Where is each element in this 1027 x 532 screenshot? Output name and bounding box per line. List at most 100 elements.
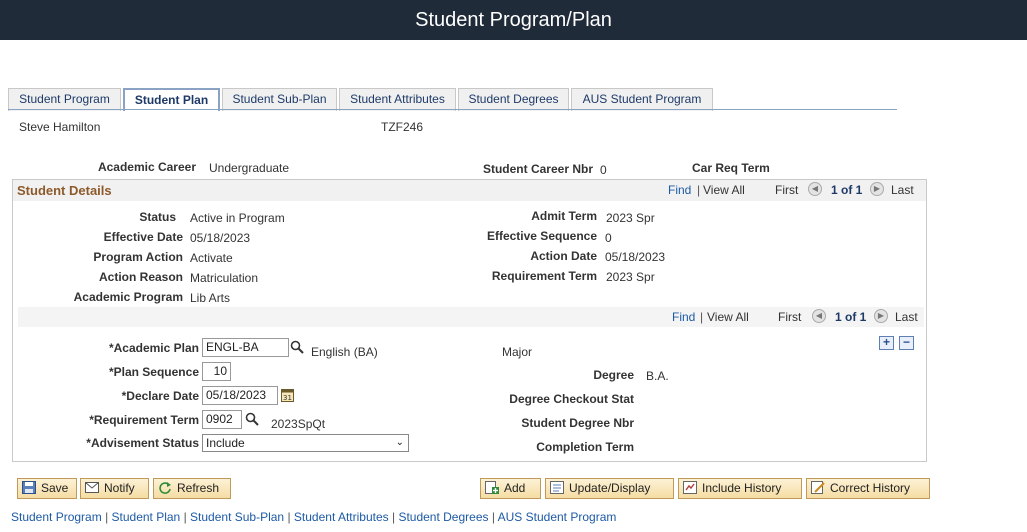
details-link-separator: |: [697, 183, 701, 197]
plan-requirement-term-label: *Requirement Term: [89, 413, 199, 427]
advisement-status-select[interactable]: Include ⌄: [202, 434, 409, 452]
declare-date-label: *Declare Date: [121, 389, 199, 403]
program-action-value: Activate: [190, 251, 233, 265]
requirement-term-value: 2023 Spr: [606, 270, 655, 284]
details-row-count: 1 of 1: [831, 183, 863, 197]
program-action-label: Program Action: [93, 250, 183, 264]
details-last-label: Last: [891, 183, 914, 197]
action-reason-label: Action Reason: [98, 270, 183, 284]
update-display-button-label: Update/Display: [569, 481, 651, 495]
admit-term-label: Admit Term: [531, 209, 597, 223]
refresh-icon: [159, 482, 171, 494]
requirement-term-label: Requirement Term: [491, 269, 597, 283]
details-prev-icon[interactable]: ◀: [808, 182, 822, 196]
footer-link-student-plan[interactable]: Student Plan: [112, 510, 181, 524]
footer-link-student-degrees[interactable]: Student Degrees: [398, 510, 488, 524]
correct-history-icon: [811, 481, 825, 494]
completion-term-label: Completion Term: [536, 440, 634, 454]
effective-date-label: Effective Date: [103, 230, 183, 244]
footer-link-student-attributes[interactable]: Student Attributes: [294, 510, 389, 524]
requirement-term-lookup-icon[interactable]: [245, 412, 259, 426]
academic-program-label: Academic Program: [73, 290, 183, 304]
academic-program-value: Lib Arts: [190, 291, 231, 305]
footer-link-student-sub-plan[interactable]: Student Sub-Plan: [190, 510, 284, 524]
footer-nav: Student Program | Student Plan | Student…: [11, 510, 616, 524]
save-icon: [22, 481, 36, 494]
academic-plan-lookup-icon[interactable]: [290, 340, 304, 354]
tab-aus-student-program[interactable]: AUS Student Program: [571, 88, 713, 111]
details-find-link[interactable]: Find: [668, 183, 691, 197]
student-id: TZF246: [381, 120, 424, 134]
tab-student-attributes[interactable]: Student Attributes: [339, 88, 456, 111]
degree-checkout-stat-label: Degree Checkout Stat: [509, 392, 634, 406]
plan-link-separator: |: [700, 310, 704, 324]
status-value: Active in Program: [190, 211, 285, 225]
page-title: Student Program/Plan: [415, 9, 612, 31]
academic-career-value: Undergraduate: [209, 161, 290, 175]
academic-career-label: Academic Career: [97, 160, 196, 174]
refresh-button-label: Refresh: [177, 481, 220, 495]
chevron-down-icon: ⌄: [395, 437, 404, 448]
plan-next-icon[interactable]: ▶: [874, 309, 888, 323]
action-reason-value: Matriculation: [190, 271, 259, 285]
delete-row-button[interactable]: −: [899, 336, 914, 350]
degree-label: Degree: [593, 368, 634, 382]
plan-requirement-term-description: 2023SpQt: [271, 417, 326, 431]
admit-term-value: 2023 Spr: [606, 211, 655, 225]
footer-link-aus-student-program[interactable]: AUS Student Program: [498, 510, 617, 524]
svg-text:31: 31: [283, 394, 292, 402]
effective-date-value: 05/18/2023: [190, 231, 251, 245]
add-button[interactable]: Add: [480, 478, 541, 499]
notify-button[interactable]: Notify: [80, 478, 149, 499]
plan-type-value: Major: [502, 345, 533, 359]
details-next-icon[interactable]: ▶: [870, 182, 884, 196]
plan-last-label: Last: [895, 310, 918, 324]
update-display-icon: [550, 481, 564, 494]
plan-row-count: 1 of 1: [835, 310, 867, 324]
student-career-nbr-label: Student Career Nbr: [482, 162, 593, 176]
effective-sequence-value: 0: [605, 231, 612, 245]
student-name: Steve Hamilton: [19, 120, 101, 134]
details-first-label: First: [775, 183, 799, 197]
add-icon: [485, 481, 499, 494]
degree-value: B.A.: [646, 369, 669, 383]
update-display-button[interactable]: Update/Display: [545, 478, 674, 499]
include-history-icon: [683, 481, 697, 494]
academic-plan-label: *Academic Plan: [108, 341, 199, 355]
plan-find-link[interactable]: Find: [672, 310, 695, 324]
save-button[interactable]: Save: [17, 478, 77, 499]
academic-plan-input[interactable]: ENGL-BA: [202, 338, 289, 357]
page-title-bar: Student Program/Plan: [0, 0, 1027, 40]
plan-prev-icon[interactable]: ◀: [812, 309, 826, 323]
tab-divider: [8, 109, 897, 110]
plan-sequence-label: *Plan Sequence: [108, 365, 199, 379]
notify-icon: [85, 482, 99, 493]
footer-link-student-program[interactable]: Student Program: [11, 510, 102, 524]
tab-student-sub-plan[interactable]: Student Sub-Plan: [222, 88, 337, 111]
include-history-button[interactable]: Include History: [678, 478, 802, 499]
academic-plan-description: English (BA): [311, 345, 378, 359]
action-date-label: Action Date: [530, 249, 597, 263]
add-row-button[interactable]: +: [879, 336, 894, 350]
plan-view-all-link[interactable]: View All: [707, 310, 749, 324]
car-req-term-label: Car Req Term: [692, 161, 770, 175]
plan-sequence-input[interactable]: 10: [202, 362, 231, 381]
add-button-label: Add: [504, 481, 526, 495]
advisement-status-value: Include: [206, 436, 245, 450]
plan-requirement-term-input[interactable]: 0902: [202, 410, 242, 429]
save-button-label: Save: [41, 481, 69, 495]
declare-date-input[interactable]: 05/18/2023: [202, 386, 278, 405]
tab-student-program[interactable]: Student Program: [8, 88, 121, 111]
plan-first-label: First: [778, 310, 802, 324]
effective-sequence-label: Effective Sequence: [486, 229, 597, 243]
calendar-icon[interactable]: 31: [281, 388, 294, 402]
tab-student-plan[interactable]: Student Plan: [123, 88, 220, 111]
action-date-value: 05/18/2023: [605, 250, 666, 264]
notify-button-label: Notify: [104, 481, 135, 495]
details-view-all-link[interactable]: View All: [703, 183, 745, 197]
include-history-button-label: Include History: [702, 481, 782, 495]
tab-student-degrees[interactable]: Student Degrees: [458, 88, 569, 111]
correct-history-button[interactable]: Correct History: [806, 478, 930, 499]
correct-history-button-label: Correct History: [830, 481, 911, 495]
refresh-button[interactable]: Refresh: [153, 478, 231, 499]
